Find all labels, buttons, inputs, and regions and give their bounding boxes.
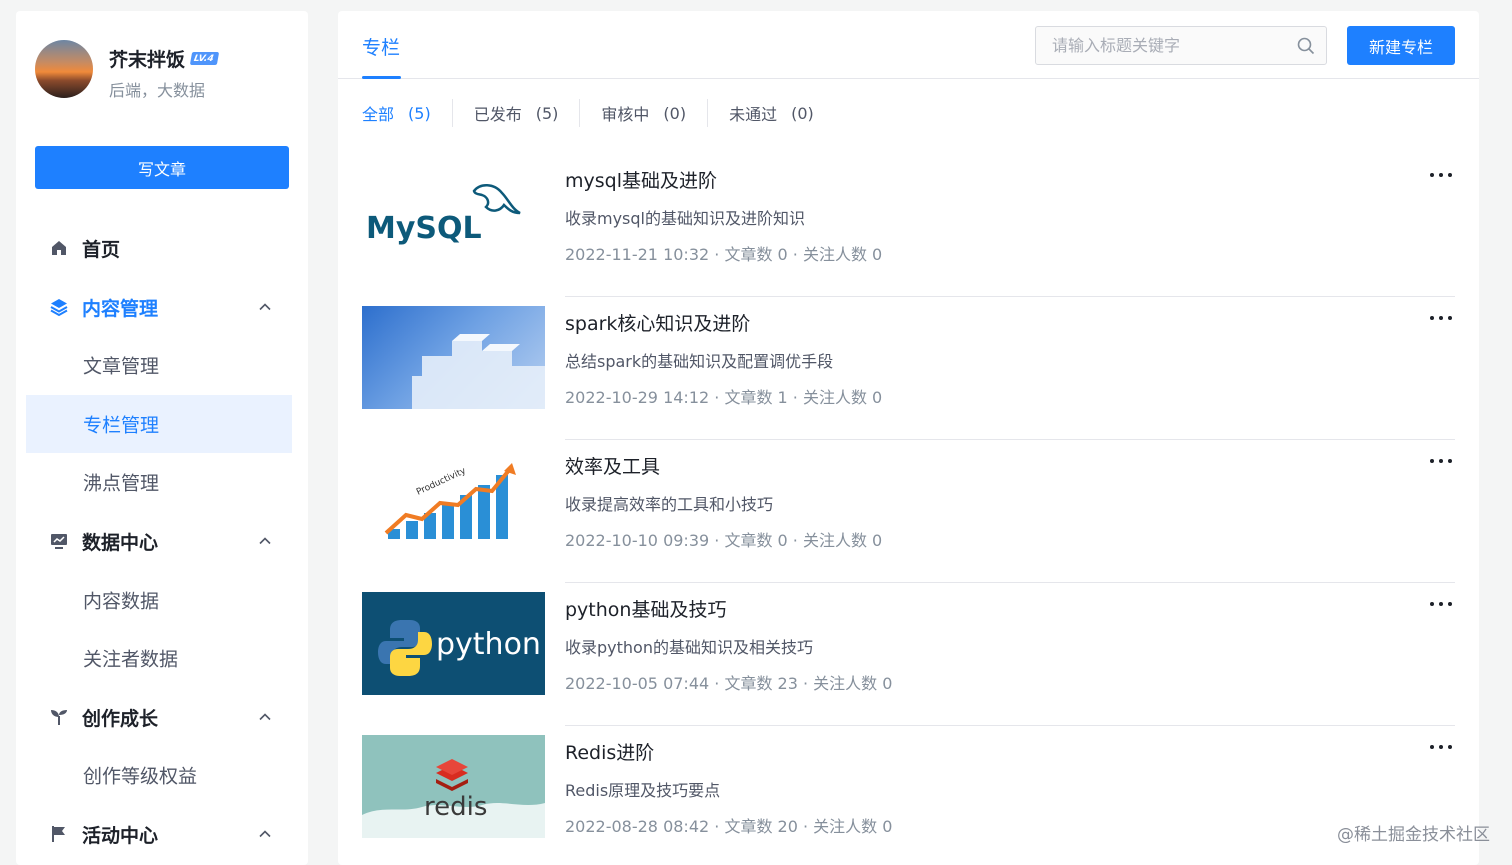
- column-description: 收录mysql的基础知识及进阶知识: [565, 209, 805, 228]
- productivity-label: Productivity: [415, 466, 468, 498]
- column-cover[interactable]: python: [362, 592, 545, 695]
- main-panel: 专栏 新建专栏 全部 (5) 已发布 (5) 审核中 (0) 未通过 (0): [338, 11, 1479, 865]
- sidebar-item-label: 活动中心: [82, 824, 159, 847]
- level-badge: LV.4: [189, 52, 219, 65]
- flag-icon: [48, 823, 70, 845]
- column-item[interactable]: python python基础及技巧 收录python的基础知识及相关技巧 20…: [362, 583, 1455, 726]
- filter-label: 未通过: [729, 105, 778, 124]
- filter-count: (0): [663, 103, 687, 123]
- more-options-icon[interactable]: [1427, 740, 1455, 754]
- chart-icon: [48, 530, 70, 552]
- column-description: 总结spark的基础知识及配置调优手段: [565, 352, 834, 371]
- status-filters: 全部 (5) 已发布 (5) 审核中 (0) 未通过 (0): [362, 99, 835, 127]
- sidebar-item-data-center[interactable]: 数据中心: [26, 512, 292, 570]
- more-options-icon[interactable]: [1427, 168, 1455, 182]
- column-item[interactable]: redis Redis进阶 Redis原理及技巧要点 2022-08-28 08…: [362, 726, 1455, 865]
- column-cover[interactable]: MySQL: [362, 163, 545, 266]
- sidebar-item-label: 专栏管理: [83, 414, 160, 437]
- watermark: @稀土掘金技术社区: [1337, 825, 1490, 845]
- column-item[interactable]: spark核心知识及进阶 总结spark的基础知识及配置调优手段 2022-10…: [362, 297, 1455, 440]
- column-cover[interactable]: Productivity: [362, 449, 545, 552]
- filter-label: 已发布: [473, 105, 522, 124]
- sidebar-item-content-data[interactable]: 内容数据: [26, 571, 292, 629]
- more-options-icon[interactable]: [1427, 311, 1455, 325]
- write-article-button[interactable]: 写文章: [35, 146, 289, 189]
- sidebar-item-label: 关注者数据: [83, 648, 179, 671]
- home-icon: [48, 237, 70, 259]
- column-meta: 2022-08-28 08:42 · 文章数 20 · 关注人数 0: [565, 817, 893, 836]
- column-description: 收录python的基础知识及相关技巧: [565, 638, 813, 657]
- filter-count: (0): [791, 103, 814, 123]
- sidebar-item-label: 内容管理: [82, 297, 159, 320]
- user-name-row: 芥末拌饭 LV.4: [109, 45, 219, 72]
- sprout-icon: [48, 706, 70, 728]
- search-icon[interactable]: [1296, 36, 1316, 56]
- column-description: 收录提高效率的工具和小技巧: [565, 495, 774, 514]
- column-item[interactable]: Productivity 效率及工具 收录提高效率的工具和小技巧 2022-10…: [362, 440, 1455, 583]
- mysql-logo-text: MySQL: [366, 211, 482, 246]
- column-description: Redis原理及技巧要点: [565, 781, 721, 800]
- user-name[interactable]: 芥末拌饭: [109, 45, 185, 72]
- more-options-icon[interactable]: [1427, 597, 1455, 611]
- filter-label: 审核中: [601, 105, 650, 124]
- avatar[interactable]: [35, 40, 93, 98]
- filter-reviewing[interactable]: 审核中 (0): [580, 99, 707, 127]
- sidebar-item-label: 首页: [82, 238, 121, 261]
- sidebar-item-creator-level[interactable]: 创作等级权益: [26, 746, 292, 804]
- search-input[interactable]: [1036, 27, 1286, 64]
- tab-underline: [362, 76, 401, 79]
- sidebar-item-label: 创作等级权益: [83, 765, 198, 788]
- column-meta: 2022-10-05 07:44 · 文章数 23 · 关注人数 0: [565, 674, 893, 693]
- sidebar-item-label: 创作成长: [82, 707, 159, 730]
- column-meta: 2022-10-10 09:39 · 文章数 0 · 关注人数 0: [565, 531, 883, 550]
- chevron-up-icon[interactable]: [258, 534, 272, 548]
- sidebar-item-home[interactable]: 首页: [26, 219, 292, 277]
- sidebar-item-article-management[interactable]: 文章管理: [26, 336, 292, 394]
- column-item[interactable]: MySQL mysql基础及进阶 收录mysql的基础知识及进阶知识 2022-…: [362, 154, 1455, 297]
- sidebar-item-creator-growth[interactable]: 创作成长: [26, 688, 292, 746]
- chevron-up-icon[interactable]: [258, 827, 272, 841]
- column-title[interactable]: Redis进阶: [565, 738, 654, 765]
- new-column-button[interactable]: 新建专栏: [1347, 26, 1455, 65]
- user-bio: 后端，大数据: [109, 81, 206, 100]
- column-meta: 2022-10-29 14:12 · 文章数 1 · 关注人数 0: [565, 388, 883, 407]
- redis-logo-text: redis: [424, 792, 487, 822]
- sidebar-item-label: 沸点管理: [83, 472, 160, 495]
- python-logo-text: python: [436, 627, 541, 662]
- filter-rejected[interactable]: 未通过 (0): [708, 99, 835, 127]
- sidebar-item-label: 数据中心: [82, 531, 159, 554]
- column-cover[interactable]: [362, 306, 545, 409]
- sidebar-item-pin-management[interactable]: 沸点管理: [26, 453, 292, 511]
- filter-all[interactable]: 全部 (5): [362, 99, 452, 127]
- filter-count: (5): [408, 103, 431, 123]
- column-cover[interactable]: redis: [362, 735, 545, 838]
- column-title[interactable]: 效率及工具: [565, 452, 660, 479]
- filter-label: 全部: [362, 105, 395, 124]
- filter-count: (5): [535, 103, 559, 123]
- layers-icon: [48, 296, 70, 318]
- column-meta: 2022-11-21 10:32 · 文章数 0 · 关注人数 0: [565, 245, 883, 264]
- sidebar-item-label: 文章管理: [83, 355, 160, 378]
- search-box: [1035, 26, 1327, 65]
- sidebar-item-content-management[interactable]: 内容管理: [26, 278, 292, 336]
- column-title[interactable]: python基础及技巧: [565, 595, 726, 622]
- sidebar-item-column-management[interactable]: 专栏管理: [26, 395, 292, 453]
- filter-published[interactable]: 已发布 (5): [453, 99, 580, 127]
- sidebar: 芥末拌饭 LV.4 后端，大数据 写文章 首页 内容管理 文章管理 专栏管理 沸…: [16, 11, 308, 865]
- column-title[interactable]: spark核心知识及进阶: [565, 309, 750, 336]
- sidebar-item-label: 内容数据: [83, 590, 160, 613]
- tab-columns[interactable]: 专栏: [362, 33, 400, 60]
- sidebar-item-activity-center[interactable]: 活动中心: [26, 805, 292, 863]
- chevron-up-icon[interactable]: [258, 300, 272, 314]
- more-options-icon[interactable]: [1427, 454, 1455, 468]
- column-title[interactable]: mysql基础及进阶: [565, 166, 717, 193]
- header-bar: 专栏 新建专栏: [338, 11, 1479, 79]
- chevron-up-icon[interactable]: [258, 710, 272, 724]
- user-profile: 芥末拌饭 LV.4 后端，大数据: [35, 40, 295, 100]
- sidebar-item-follower-data[interactable]: 关注者数据: [26, 629, 292, 687]
